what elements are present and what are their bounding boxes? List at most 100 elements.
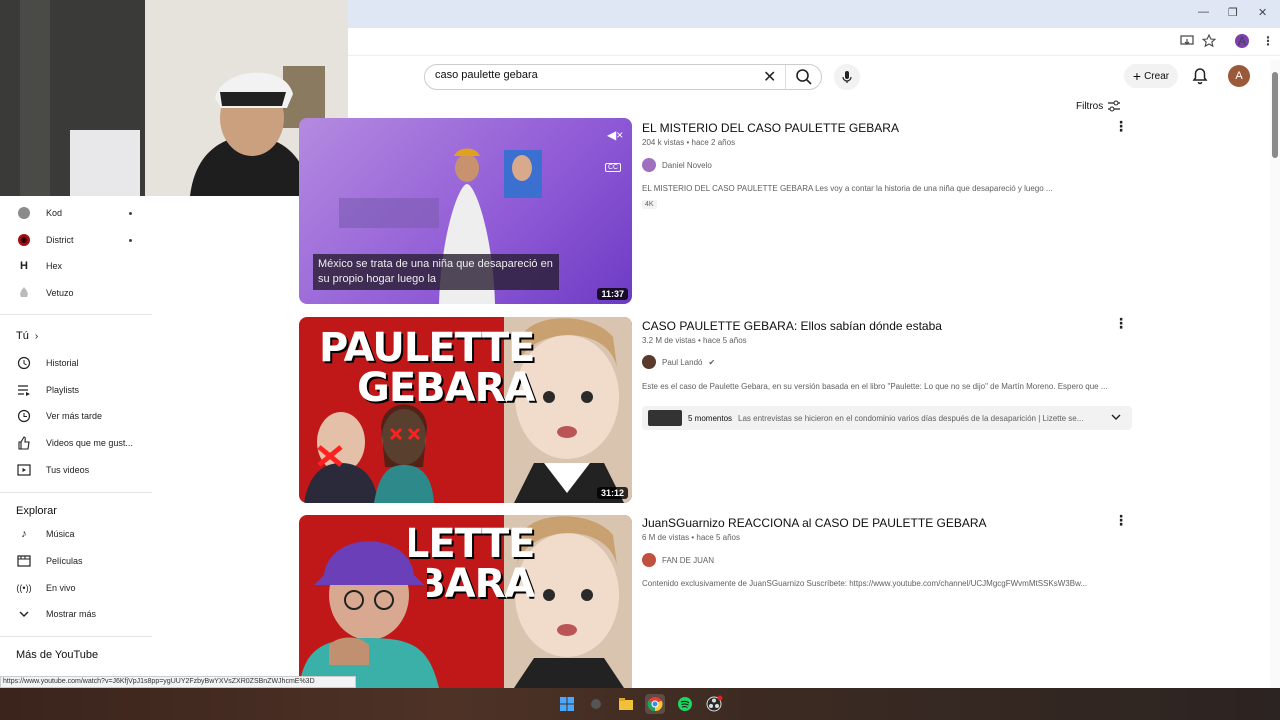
subscription-label: Hex <box>46 261 63 271</box>
sidebar-item-watch-later[interactable]: Ver más tarde <box>16 406 146 426</box>
video-thumbnail-1[interactable]: ◀× CC México se trata de una niña que de… <box>299 118 632 304</box>
spotify-icon[interactable] <box>675 694 695 714</box>
microphone-icon <box>842 71 852 83</box>
video-thumbnail-2[interactable]: PAULETTE GEBARA 31:12 <box>299 317 632 503</box>
sidebar-item-show-more[interactable]: Mostrar más <box>16 604 146 624</box>
voice-search-button[interactable] <box>834 64 860 90</box>
moments-count: 5 momentos <box>688 413 733 423</box>
create-label: Crear <box>1144 70 1170 82</box>
sidebar-item-label: Mostrar más <box>46 609 97 619</box>
chevron-down-icon <box>1110 411 1122 425</box>
obs-recording-icon[interactable] <box>704 694 724 714</box>
scrollbar-thumb[interactable] <box>1272 72 1278 158</box>
quality-badge: 4K <box>642 200 657 209</box>
subscription-item-district[interactable]: District <box>16 230 146 250</box>
channel-name: Daniel Novelo <box>662 160 712 170</box>
new-content-dot <box>129 211 132 215</box>
filters-button[interactable]: Filtros <box>1076 100 1121 112</box>
search-input[interactable] <box>435 69 755 81</box>
bookmark-star-icon[interactable] <box>1202 34 1216 48</box>
search-icon[interactable] <box>793 66 815 88</box>
sidebar-item-label: Tus videos <box>46 465 90 475</box>
sidebar-item-label: Videos que me gust... <box>46 438 133 448</box>
more-actions-icon[interactable]: ⋮ <box>1114 118 1128 135</box>
key-moments-row[interactable]: 5 momentos Las entrevistas se hicieron e… <box>642 406 1132 430</box>
video-description: Este es el caso de Paulette Gebara, en s… <box>642 382 1108 391</box>
closed-captions-icon[interactable]: CC <box>605 163 622 172</box>
sidebar-item-playlists[interactable]: Playlists <box>16 380 146 400</box>
video-title[interactable]: JuanSGuarnizo REACCIONA al CASO DE PAULE… <box>642 516 987 530</box>
subscription-label: District <box>46 235 74 245</box>
more-actions-icon[interactable]: ⋮ <box>1114 315 1128 332</box>
moment-text: Las entrevistas se hicieron en el condom… <box>738 413 1084 423</box>
video-duration: 31:12 <box>596 487 628 499</box>
mute-icon[interactable]: ◀× <box>607 128 623 142</box>
sidebar-item-live[interactable]: ((•)) En vivo <box>16 578 146 598</box>
search-divider <box>785 65 786 89</box>
video-description: Contenido exclusivamente de JuanSGuarniz… <box>642 579 1088 588</box>
sidebar-item-your-videos[interactable]: Tus videos <box>16 460 146 480</box>
video-title[interactable]: CASO PAULETTE GEBARA: Ellos sabían dónde… <box>642 319 942 333</box>
music-icon: ♪ <box>21 528 27 540</box>
page-scrollbar[interactable] <box>1270 60 1280 688</box>
moment-thumbnail <box>648 410 682 426</box>
minimize-button[interactable]: — <box>1198 6 1209 18</box>
sidebar-divider <box>0 492 152 493</box>
more-from-youtube-heading: Más de YouTube <box>16 649 99 661</box>
browser-menu-icon[interactable]: ⋮ <box>1262 34 1274 48</box>
sidebar-item-history[interactable]: Historial <box>16 353 146 373</box>
install-app-icon[interactable] <box>1180 34 1194 48</box>
channel-link[interactable]: FAN DE JUAN <box>642 553 714 567</box>
video-description: EL MISTERIO DEL CASO PAULETTE GEBARA Les… <box>642 184 1053 193</box>
channel-avatar-icon <box>16 232 32 248</box>
chrome-icon[interactable] <box>645 694 665 714</box>
channel-link[interactable]: Paul Landó ✔ <box>642 355 715 369</box>
profile-avatar[interactable]: A <box>1235 34 1249 48</box>
verified-badge-icon: ✔ <box>708 357 716 367</box>
clear-search-icon[interactable]: ✕ <box>763 67 776 87</box>
sidebar-item-label: En vivo <box>46 583 76 593</box>
channel-name: FAN DE JUAN <box>662 555 715 565</box>
video-thumbnail-3[interactable]: PAULETTE GEBARA <box>299 515 632 688</box>
create-button[interactable]: + Crear <box>1124 64 1178 88</box>
caption-overlay: México se trata de una niña que desapare… <box>313 254 559 290</box>
subscription-label: Vetuzo <box>46 288 74 298</box>
channel-avatar-icon: H <box>20 260 28 272</box>
movies-icon <box>16 553 32 569</box>
video-meta: 6 M de vistas • hace 5 años <box>642 533 740 542</box>
status-bar-url: https://www.youtube.com/watch?v=J6KfjVpJ… <box>0 676 356 688</box>
sidebar-item-label: Música <box>46 529 75 539</box>
sidebar-item-movies[interactable]: Películas <box>16 551 146 571</box>
user-avatar[interactable]: A <box>1228 65 1250 87</box>
channel-name: Paul Landó <box>662 357 703 367</box>
video-meta: 204 k vistas • hace 2 años <box>642 138 736 147</box>
channel-avatar-icon <box>16 205 32 221</box>
channel-link[interactable]: Daniel Novelo <box>642 158 712 172</box>
subscription-item-vetuzo[interactable]: Vetuzo <box>16 283 146 303</box>
sidebar-item-liked[interactable]: Videos que me gust... <box>16 433 146 453</box>
more-actions-icon[interactable]: ⋮ <box>1114 512 1128 529</box>
explore-heading: Explorar <box>16 505 57 517</box>
search-taskbar-icon[interactable] <box>587 694 607 714</box>
liked-icon <box>16 435 32 451</box>
channel-avatar <box>642 355 656 369</box>
sidebar-divider <box>0 314 152 315</box>
search-box: ✕ <box>424 64 822 90</box>
you-section-link[interactable]: Tú › <box>16 330 38 342</box>
close-window-button[interactable]: ✕ <box>1258 6 1267 19</box>
notifications-bell-icon[interactable] <box>1190 66 1210 86</box>
channel-avatar <box>642 158 656 172</box>
sidebar-item-music[interactable]: ♪ Música <box>16 524 146 544</box>
video-meta: 3.2 M de vistas • hace 5 años <box>642 336 747 345</box>
windows-start-icon[interactable] <box>557 694 577 714</box>
restore-button[interactable]: ❐ <box>1228 6 1238 19</box>
subscription-label: Kod <box>46 208 63 218</box>
subscription-item-kod[interactable]: Kod <box>16 203 146 223</box>
video-title[interactable]: EL MISTERIO DEL CASO PAULETTE GEBARA <box>642 121 899 135</box>
history-icon <box>16 355 32 371</box>
subscription-item-hex[interactable]: H Hex <box>16 256 146 276</box>
plus-icon: + <box>1132 68 1142 84</box>
chevron-right-icon: › <box>34 330 39 342</box>
file-explorer-icon[interactable] <box>616 694 636 714</box>
your-videos-icon <box>16 462 32 478</box>
